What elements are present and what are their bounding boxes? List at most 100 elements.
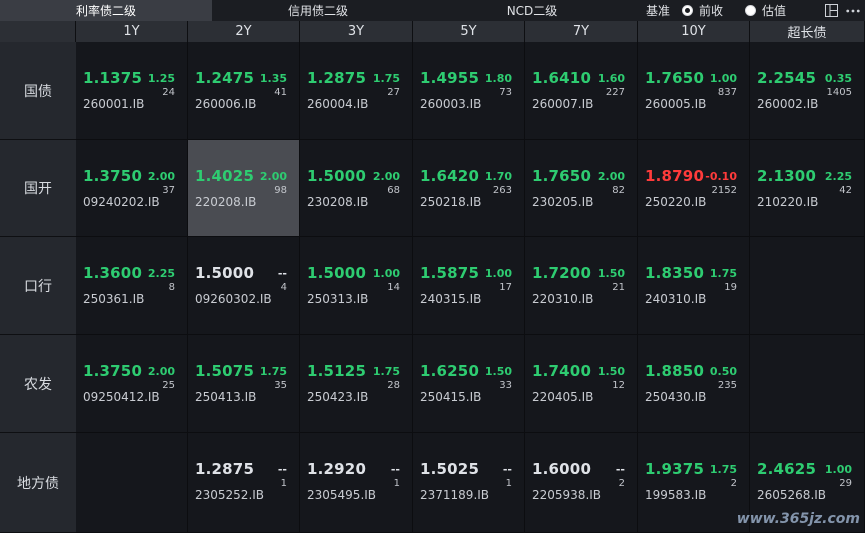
quote-cell[interactable]: 1.6420 1.70 263 250218.IB [413, 140, 525, 237]
bond-code: 250413.IB [195, 390, 257, 404]
quote-cell[interactable]: 1.2875 1.75 27 260004.IB [300, 42, 413, 140]
quote-cell[interactable]: 1.3750 2.00 25 09250412.IB [76, 335, 188, 433]
more-icon[interactable] [846, 4, 860, 18]
volume-count: 41 [274, 87, 287, 98]
radio-prev-close[interactable]: 前收 [682, 2, 723, 19]
quote-cell[interactable]: 1.2875 -- 1 2305252.IB [188, 433, 300, 533]
change-value: 1.50 [597, 267, 625, 280]
quote-cell[interactable]: 1.5000 -- 4 09260302.IB [188, 237, 300, 335]
yield-value: 1.5125 [307, 362, 367, 380]
quote-cell[interactable]: 1.4025 2.00 98 220208.IB [188, 140, 300, 237]
column-header[interactable]: 2Y [188, 21, 300, 42]
quote-cell[interactable]: 1.6250 1.50 33 250415.IB [413, 335, 525, 433]
volume-count: 1405 [826, 87, 852, 98]
yield-value: 1.7650 [532, 167, 592, 185]
yield-value: 1.6410 [532, 69, 592, 87]
change-value: 1.80 [484, 72, 512, 85]
quote-cell[interactable]: 1.2920 -- 1 2305495.IB [300, 433, 413, 533]
quote-cell[interactable]: 1.5125 1.75 28 250423.IB [300, 335, 413, 433]
column-header[interactable]: 10Y [638, 21, 750, 42]
yield-value: 1.5075 [195, 362, 255, 380]
yield-value: 1.4025 [195, 167, 255, 185]
change-value: 2.00 [372, 170, 400, 183]
volume-count: 2152 [711, 185, 737, 196]
corner-cell [0, 21, 76, 42]
quote-cell[interactable]: 1.5025 -- 1 2371189.IB [413, 433, 525, 533]
change-value: 1.75 [372, 72, 400, 85]
tab-credit-bond[interactable]: 信用债二级 [212, 0, 424, 21]
bond-code: 250423.IB [307, 390, 369, 404]
yield-value: 1.6250 [420, 362, 480, 380]
tab-rate-bond[interactable]: 利率债二级 [0, 0, 212, 21]
tab-ncd[interactable]: NCD二级 [424, 0, 640, 21]
quote-cell[interactable]: 1.7200 1.50 21 220310.IB [525, 237, 638, 335]
quote-cell[interactable]: 1.6410 1.60 227 260007.IB [525, 42, 638, 140]
column-header[interactable]: 5Y [413, 21, 525, 42]
quote-cell[interactable]: 1.6000 -- 2 2205938.IB [525, 433, 638, 533]
change-value: 1.25 [147, 72, 175, 85]
change-value: 2.00 [147, 170, 175, 183]
yield-value: 1.5000 [195, 264, 255, 282]
change-value: 2.00 [597, 170, 625, 183]
quote-cell[interactable]: 2.1300 2.25 42 210220.IB [750, 140, 865, 237]
quote-cell-empty [76, 433, 188, 533]
change-value: 0.35 [824, 72, 852, 85]
yield-value: 1.6000 [532, 460, 592, 478]
volume-count: 29 [839, 478, 852, 489]
volume-count: 42 [839, 185, 852, 196]
quote-cell[interactable]: 1.9375 1.75 2 199583.IB [638, 433, 750, 533]
change-value: 2.00 [147, 365, 175, 378]
yield-value: 1.2920 [307, 460, 367, 478]
quote-cell[interactable]: 1.5000 2.00 68 230208.IB [300, 140, 413, 237]
change-value: -- [615, 463, 625, 476]
yield-value: 1.1375 [83, 69, 143, 87]
bond-code: 220208.IB [195, 195, 257, 209]
volume-count: 68 [387, 185, 400, 196]
bond-code: 2305252.IB [195, 488, 265, 502]
quote-cell[interactable]: 1.2475 1.35 41 260006.IB [188, 42, 300, 140]
column-header[interactable]: 7Y [525, 21, 638, 42]
bond-code: 250313.IB [307, 292, 369, 306]
yield-matrix: 1Y 2Y 3Y 5Y 7Y 10Y 超长债 国债 1.1375 1.25 24 260001.IB 1… [0, 21, 865, 533]
column-header[interactable]: 3Y [300, 21, 413, 42]
quote-cell[interactable]: 1.5875 1.00 17 240315.IB [413, 237, 525, 335]
yield-value: 1.2475 [195, 69, 255, 87]
yield-value: 1.7200 [532, 264, 592, 282]
quote-cell[interactable]: 1.5075 1.75 35 250413.IB [188, 335, 300, 433]
radio-dot-checked [682, 5, 694, 16]
quote-cell[interactable]: 1.3750 2.00 37 09240202.IB [76, 140, 188, 237]
quote-cell[interactable]: 1.8850 0.50 235 250430.IB [638, 335, 750, 433]
quote-cell[interactable]: 1.4955 1.80 73 260003.IB [413, 42, 525, 140]
volume-count: 235 [717, 380, 737, 391]
quote-cell[interactable]: 2.2545 0.35 1405 260002.IB [750, 42, 865, 140]
quote-cell[interactable]: 1.8350 1.75 19 240310.IB [638, 237, 750, 335]
bond-code: 250430.IB [645, 390, 707, 404]
change-value: 1.75 [709, 463, 737, 476]
quote-cell[interactable]: 1.8790 -0.10 2152 250220.IB [638, 140, 750, 237]
row-header: 地方债 [0, 433, 76, 533]
bond-code: 260006.IB [195, 97, 257, 111]
quote-cell[interactable]: 1.7650 1.00 837 260005.IB [638, 42, 750, 140]
change-value: 1.50 [597, 365, 625, 378]
yield-value: 1.5000 [307, 264, 367, 282]
quote-cell[interactable]: 1.1375 1.25 24 260001.IB [76, 42, 188, 140]
radio-valuation[interactable]: 估值 [745, 2, 786, 19]
quote-cell[interactable]: 1.3600 2.25 8 250361.IB [76, 237, 188, 335]
column-header[interactable]: 超长债 [750, 21, 865, 42]
volume-count: 37 [162, 185, 175, 196]
change-value: 1.70 [484, 170, 512, 183]
quote-cell[interactable]: 1.7400 1.50 12 220405.IB [525, 335, 638, 433]
column-header[interactable]: 1Y [76, 21, 188, 42]
volume-count: 4 [280, 282, 287, 293]
quote-cell[interactable]: 1.7650 2.00 82 230205.IB [525, 140, 638, 237]
yield-value: 1.3600 [83, 264, 143, 282]
quote-cell[interactable]: 1.5000 1.00 14 250313.IB [300, 237, 413, 335]
yield-value: 1.5000 [307, 167, 367, 185]
bond-code: 250361.IB [83, 292, 145, 306]
change-value: -- [502, 463, 512, 476]
bond-code: 210220.IB [757, 195, 819, 209]
volume-count: 2 [730, 478, 737, 489]
volume-count: 98 [274, 185, 287, 196]
layout-icon[interactable] [824, 4, 838, 18]
volume-count: 227 [605, 87, 625, 98]
